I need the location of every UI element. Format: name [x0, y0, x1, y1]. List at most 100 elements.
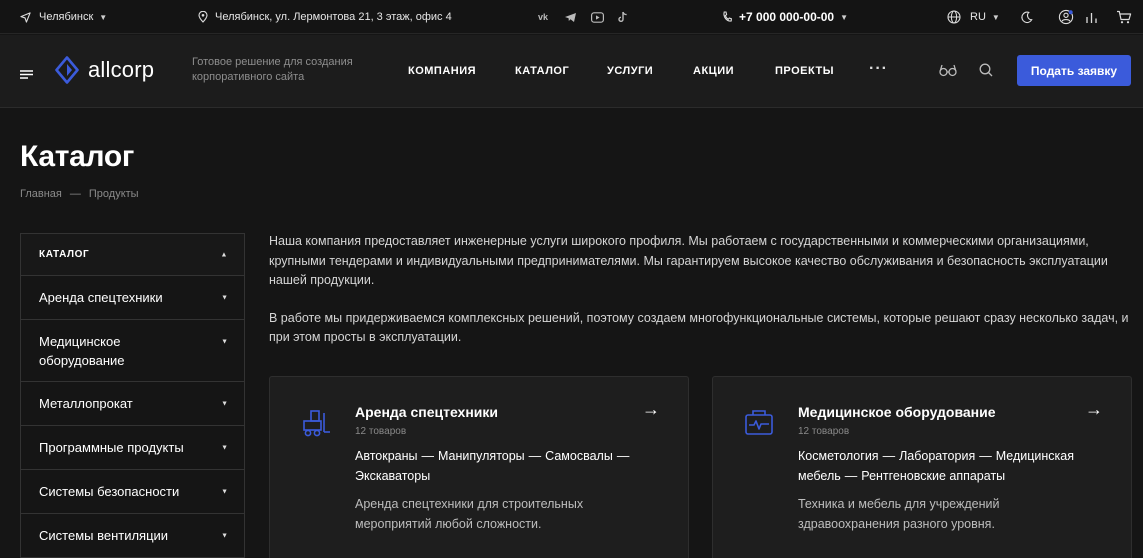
- card-title[interactable]: Аренда спецтехники: [355, 404, 498, 420]
- intro-paragraph: В работе мы придерживаемся комплексных р…: [269, 310, 1129, 345]
- card-description: Аренда спецтехники для строительных меро…: [355, 497, 584, 531]
- map-pin-icon: [198, 11, 208, 23]
- top-bar: Челябинск ▼ Челябинск, ул. Лермонтова 21…: [0, 0, 1143, 34]
- subcategory-link[interactable]: Лаборатория: [899, 449, 975, 463]
- chevron-down-icon: ▼: [221, 400, 228, 407]
- nav-catalog[interactable]: КАТАЛОГ: [515, 65, 569, 77]
- sidebar-item-equipment-rental[interactable]: Аренда спецтехники ▼: [21, 276, 244, 320]
- social-links: vk: [536, 0, 628, 34]
- separator-dash: —: [882, 449, 896, 463]
- chevron-down-icon: ▼: [840, 12, 849, 22]
- nav-services[interactable]: УСЛУГИ: [607, 65, 653, 77]
- subcategory-link[interactable]: Косметология: [798, 449, 879, 463]
- main-header: allcorp Готовое решение для создания кор…: [0, 35, 1143, 108]
- subcategory-link[interactable]: Самосвалы: [545, 449, 613, 463]
- separator-dash: —: [979, 449, 992, 463]
- chevron-down-icon: ▼: [221, 294, 228, 301]
- sidebar-item-label: Системы вентиляции: [39, 528, 169, 543]
- language-selector[interactable]: RU ▼: [947, 0, 1000, 34]
- logo-text: allcorp: [88, 57, 155, 82]
- breadcrumb-separator: —: [69, 188, 81, 200]
- globe-icon: [947, 10, 961, 24]
- separator-dash: —: [616, 449, 630, 463]
- sidebar-item-metal[interactable]: Металлопрокат ▼: [21, 382, 244, 426]
- slogan: Готовое решение для создания корпоративн…: [192, 56, 353, 83]
- chevron-down-icon: ▼: [221, 532, 228, 539]
- arrow-right-icon[interactable]: →: [642, 399, 660, 420]
- cart-button[interactable]: [1116, 0, 1132, 34]
- sidebar-heading[interactable]: КАТАЛОГ ▲: [21, 234, 244, 276]
- sidebar-item-label: Системы безопасности: [39, 484, 180, 499]
- youtube-icon[interactable]: [591, 11, 604, 23]
- nav-promotions[interactable]: АКЦИИ: [693, 65, 734, 77]
- medical-device-icon: [743, 407, 775, 439]
- breadcrumb-current: Продукты: [88, 188, 139, 200]
- sidebar-item-software[interactable]: Программные продукты ▼: [21, 426, 244, 470]
- nav-projects[interactable]: ПРОЕКТЫ: [775, 65, 834, 77]
- glasses-icon: [939, 63, 957, 77]
- chevron-down-icon: ▼: [99, 12, 108, 22]
- sidebar-item-security[interactable]: Системы безопасности ▼: [21, 470, 244, 514]
- moon-icon: [1020, 11, 1033, 24]
- menu-icon: [20, 70, 33, 79]
- nav-company[interactable]: КОМПАНИЯ: [408, 65, 476, 77]
- forklift-icon: [300, 407, 332, 439]
- arrow-right-icon[interactable]: →: [1085, 399, 1103, 420]
- submit-request-button[interactable]: Подать заявку: [1017, 55, 1131, 86]
- card-subcategories: Косметология — Лаборатория — Медицинская меб…: [798, 447, 1108, 486]
- sidebar-item-label: Аренда спецтехники: [39, 290, 163, 305]
- page-title: Каталог: [20, 140, 135, 173]
- nav-more-button[interactable]: ···: [869, 60, 888, 78]
- accessibility-button[interactable]: [939, 63, 957, 82]
- search-button[interactable]: [979, 63, 993, 82]
- card-count: 12 товаров: [355, 426, 407, 437]
- vk-icon[interactable]: vk: [536, 12, 550, 22]
- sidebar-item-label: Металлопрокат: [39, 396, 133, 411]
- chevron-down-icon: ▼: [221, 444, 228, 451]
- compare-button[interactable]: [1085, 0, 1098, 34]
- catalog-sidebar: КАТАЛОГ ▲ Аренда спецтехники ▼ Медицинск…: [20, 233, 245, 558]
- subcategory-link[interactable]: Рентгеновские аппараты: [861, 469, 1005, 483]
- chevron-down-icon: ▼: [221, 488, 228, 495]
- subcategory-link[interactable]: Манипуляторы: [438, 449, 525, 463]
- sidebar-item-label: Медицинское оборудование: [39, 333, 125, 368]
- phone-block[interactable]: +7 000 000-00-00 ▼: [722, 0, 848, 34]
- intro-text: Наша компания предоставляет инженерные у…: [269, 232, 1135, 348]
- card-title[interactable]: Медицинское оборудование: [798, 404, 996, 420]
- cart-icon: [1116, 10, 1132, 24]
- search-icon: [979, 63, 993, 77]
- burger-menu-button[interactable]: [20, 66, 33, 84]
- sidebar-item-label: Программные продукты: [39, 440, 184, 455]
- subcategory-link[interactable]: Автокраны: [355, 449, 418, 463]
- chevron-down-icon: ▼: [991, 12, 1000, 22]
- theme-toggle[interactable]: [1020, 0, 1033, 34]
- telegram-icon[interactable]: [564, 12, 577, 23]
- subcategory-link[interactable]: Экскаваторы: [355, 469, 430, 483]
- chevron-down-icon: ▼: [221, 338, 228, 346]
- category-card-equipment-rental[interactable]: Аренда спецтехники 12 товаров → Автокран…: [269, 376, 689, 558]
- sidebar-item-ventilation[interactable]: Системы вентиляции ▼: [21, 514, 244, 558]
- address-text: Челябинск, ул. Лермонтова 21, 3 этаж, оф…: [215, 11, 452, 23]
- category-card-medical-equipment[interactable]: Медицинское оборудование 12 товаров → Ко…: [712, 376, 1132, 558]
- separator-dash: —: [421, 449, 435, 463]
- tiktok-icon[interactable]: [618, 11, 628, 23]
- phone-number: +7 000 000-00-00: [739, 10, 835, 24]
- language-label: RU: [970, 11, 986, 23]
- chevron-up-icon: ▲: [220, 251, 228, 258]
- separator-dash: —: [528, 449, 542, 463]
- city-selector[interactable]: Челябинск ▼: [20, 0, 107, 34]
- separator-dash: —: [844, 468, 858, 483]
- sidebar-heading-label: КАТАЛОГ: [39, 249, 90, 260]
- account-button[interactable]: [1058, 0, 1074, 34]
- logo[interactable]: allcorp: [55, 56, 154, 84]
- sidebar-item-medical-equipment[interactable]: Медицинское оборудование ▼: [21, 320, 244, 382]
- intro-paragraph: Наша компания предоставляет инженерные у…: [269, 234, 1108, 287]
- city-label: Челябинск: [39, 11, 94, 23]
- phone-icon: [722, 11, 732, 23]
- breadcrumb: Главная — Продукты: [20, 188, 139, 200]
- card-count: 12 товаров: [798, 426, 850, 437]
- breadcrumb-home[interactable]: Главная: [20, 188, 62, 200]
- location-arrow-icon: [20, 11, 31, 23]
- address: Челябинск, ул. Лермонтова 21, 3 этаж, оф…: [198, 0, 452, 34]
- user-icon: [1058, 9, 1074, 25]
